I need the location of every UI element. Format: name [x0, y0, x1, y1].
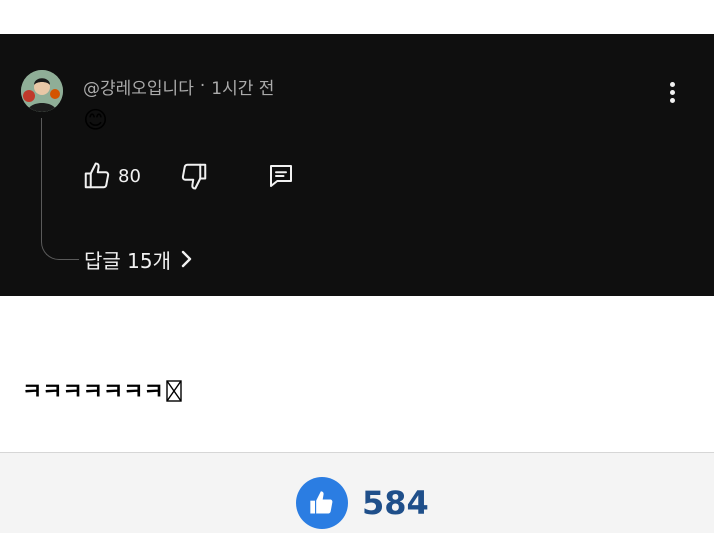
like-button[interactable]: 80	[82, 161, 141, 191]
post-text: ㅋㅋㅋㅋㅋㅋㅋ	[22, 378, 182, 408]
thumbs-up-icon	[84, 162, 110, 189]
like-count: 80	[118, 165, 141, 187]
more-vert-icon	[669, 81, 675, 87]
comment-text: 😊	[83, 106, 109, 134]
comment-panel: @걍레오입니다 · 1시간 전 😊 80 답글 15개	[0, 34, 714, 296]
reply-button[interactable]	[265, 161, 297, 191]
comment-time[interactable]: 1시간 전	[211, 74, 274, 99]
reaction-bar: 584	[0, 452, 714, 533]
missing-glyph-icon	[165, 380, 182, 402]
like-circle-button[interactable]	[296, 477, 348, 529]
reaction-like-count: 584	[362, 484, 429, 522]
chevron-right-icon	[181, 250, 192, 268]
reply-icon	[270, 165, 292, 187]
thread-line	[41, 118, 79, 260]
separator-dot: ·	[199, 76, 206, 96]
view-replies-link[interactable]: 답글 15개	[84, 244, 193, 274]
post-text-content: ㅋㅋㅋㅋㅋㅋㅋ	[22, 380, 164, 405]
dislike-button[interactable]	[179, 161, 211, 191]
thumbs-down-icon	[181, 163, 207, 190]
more-options-button[interactable]	[660, 78, 684, 106]
comment-header: @걍레오입니다 · 1시간 전	[83, 74, 274, 99]
replies-label: 답글 15개	[84, 248, 172, 273]
author-name[interactable]: @걍레오입니다	[83, 74, 194, 99]
avatar[interactable]	[21, 70, 63, 112]
like-circle-icon	[310, 491, 333, 514]
